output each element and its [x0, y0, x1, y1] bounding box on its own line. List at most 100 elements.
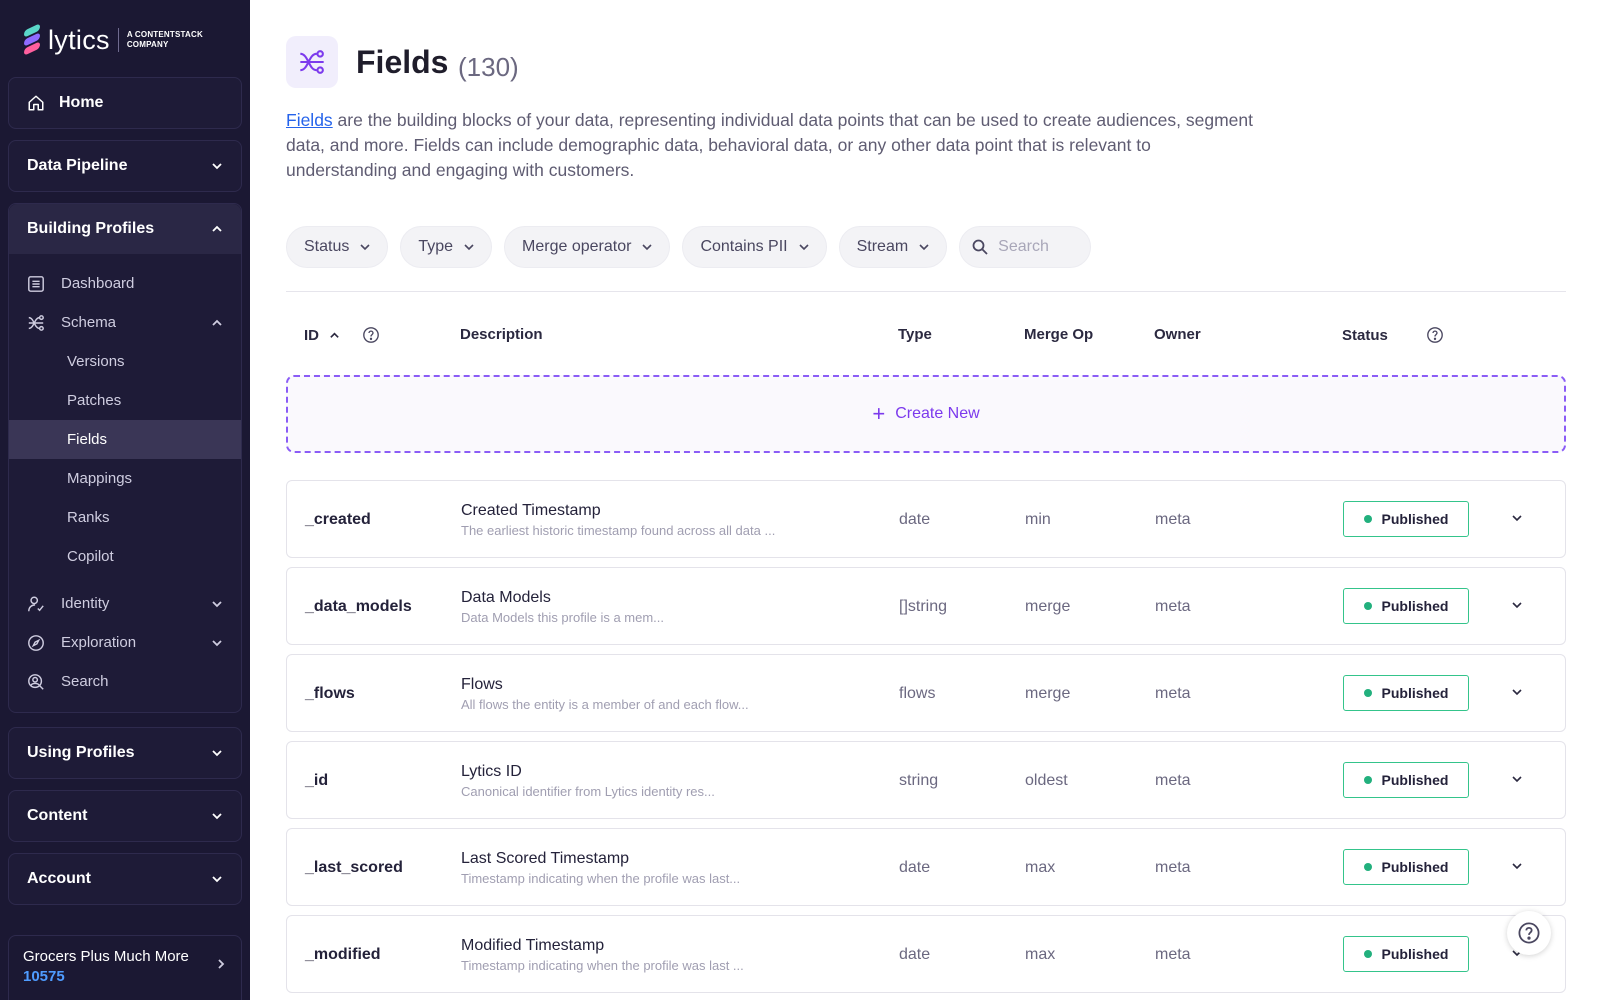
filter-type[interactable]: Type	[400, 226, 493, 268]
sidebar-item-patches[interactable]: Patches	[9, 381, 241, 420]
field-owner: meta	[1155, 598, 1191, 615]
table-row[interactable]: _data_models Data Models Data Models thi…	[286, 567, 1566, 645]
help-button[interactable]	[1507, 911, 1551, 955]
filter-status[interactable]: Status	[286, 226, 389, 268]
sidebar-item-identity[interactable]: Identity	[9, 584, 241, 623]
chevron-up-icon	[212, 225, 222, 232]
field-type: date	[899, 511, 931, 528]
field-id: _last_scored	[305, 859, 403, 876]
chevron-down-icon	[464, 244, 474, 251]
field-owner: meta	[1155, 946, 1191, 963]
brand-logo[interactable]: lytics A CONTENTSTACK COMPANY	[22, 23, 203, 56]
field-title: Created Timestamp	[461, 502, 601, 519]
chevron-down-icon	[212, 750, 222, 757]
expand-chevron-icon[interactable]	[1511, 773, 1523, 785]
nav-using-profiles[interactable]: Using Profiles	[8, 727, 242, 779]
chevron-down-icon	[212, 639, 222, 646]
chevron-down-icon	[799, 244, 809, 251]
chevron-right-icon	[218, 959, 225, 969]
field-merge-op: max	[1025, 859, 1056, 876]
table-row[interactable]: _flows Flows All flows the entity is a m…	[286, 654, 1566, 732]
filter-stream[interactable]: Stream	[838, 226, 948, 268]
brand-divider	[117, 28, 119, 52]
home-icon	[28, 95, 44, 111]
main-content: Fields (130) Fields are the building blo…	[250, 0, 1600, 1000]
chevron-down-icon	[919, 244, 929, 251]
field-owner: meta	[1155, 685, 1191, 702]
account-switcher[interactable]: Grocers Plus Much More 10575	[8, 935, 242, 1000]
field-type: flows	[899, 685, 936, 702]
sidebar-item-mappings[interactable]: Mappings	[9, 459, 241, 498]
header-type: Type	[898, 326, 932, 343]
sidebar-item-dashboard[interactable]: Dashboard	[9, 264, 241, 303]
status-dot-icon	[1363, 863, 1372, 871]
sidebar-item-versions[interactable]: Versions	[9, 342, 241, 381]
field-description: The earliest historic timestamp found ac…	[461, 523, 776, 538]
status-dot-icon	[1363, 950, 1372, 958]
nav-data-pipeline[interactable]: Data Pipeline	[8, 140, 242, 192]
nav-building-profiles-label: Building Profiles	[27, 220, 155, 237]
field-id: _modified	[305, 946, 381, 963]
table-row[interactable]: _last_scored Last Scored Timestamp Times…	[286, 828, 1566, 906]
help-icon[interactable]	[1426, 326, 1444, 344]
identity-icon	[28, 596, 44, 611]
sidebar-item-copilot[interactable]: Copilot	[9, 537, 241, 576]
nav-account[interactable]: Account	[8, 853, 242, 905]
sidebar-item-exploration[interactable]: Exploration	[9, 623, 241, 662]
search-icon	[972, 239, 988, 255]
table-header: ID Description Type Merge Op Owner Statu…	[286, 318, 1566, 350]
field-merge-op: oldest	[1025, 772, 1068, 789]
status-badge: Published	[1343, 675, 1469, 711]
header-id[interactable]: ID	[304, 326, 380, 344]
expand-chevron-icon[interactable]	[1511, 860, 1523, 872]
create-new-button[interactable]: + Create New	[286, 375, 1566, 453]
field-title: Last Scored Timestamp	[461, 850, 630, 867]
page-count: (130)	[458, 52, 519, 82]
field-owner: meta	[1155, 772, 1191, 789]
sidebar-item-ranks[interactable]: Ranks	[9, 498, 241, 537]
filter-merge-operator[interactable]: Merge operator	[504, 226, 671, 268]
nav-content[interactable]: Content	[8, 790, 242, 842]
status-dot-icon	[1363, 776, 1372, 784]
field-id: _id	[305, 772, 329, 789]
field-merge-op: max	[1025, 946, 1056, 963]
status-dot-icon	[1363, 515, 1372, 523]
plus-icon: +	[872, 401, 886, 426]
sort-ascending-icon	[330, 331, 339, 338]
status-dot-icon	[1363, 602, 1372, 610]
lytics-logo-icon	[22, 23, 42, 56]
search-input[interactable]	[998, 238, 1079, 256]
table-row[interactable]: _modified Modified Timestamp Timestamp i…	[286, 915, 1566, 993]
sidebar-item-fields[interactable]: Fields	[9, 420, 241, 459]
fields-doc-link[interactable]: Fields	[286, 110, 333, 130]
field-owner: meta	[1155, 859, 1191, 876]
chevron-down-icon	[212, 600, 222, 607]
expand-chevron-icon[interactable]	[1511, 686, 1523, 698]
expand-chevron-icon[interactable]	[1511, 599, 1523, 611]
field-description: All flows the entity is a member of and …	[461, 697, 749, 712]
table-row[interactable]: _created Created Timestamp The earliest …	[286, 480, 1566, 558]
field-description: Canonical identifier from Lytics identit…	[461, 784, 715, 799]
help-icon[interactable]	[362, 326, 380, 344]
sidebar-item-schema[interactable]: Schema	[9, 303, 241, 342]
status-badge: Published	[1343, 501, 1469, 537]
expand-chevron-icon[interactable]	[1511, 512, 1523, 524]
status-badge: Published	[1343, 936, 1469, 972]
schema-icon	[28, 314, 44, 331]
filter-bar: Status Type Merge operator Contains PII …	[286, 226, 1092, 268]
nav-home[interactable]: Home	[8, 77, 242, 129]
field-title: Lytics ID	[461, 763, 522, 780]
nav-building-profiles-header[interactable]: Building Profiles	[9, 204, 241, 254]
brand-name: lytics	[48, 24, 110, 55]
field-title: Flows	[461, 676, 503, 693]
sidebar-item-search[interactable]: Search	[9, 662, 241, 701]
field-type: date	[899, 946, 931, 963]
chevron-down-icon	[212, 163, 222, 170]
status-badge: Published	[1343, 762, 1469, 798]
field-owner: meta	[1155, 511, 1191, 528]
help-icon	[1518, 922, 1540, 944]
table-row[interactable]: _id Lytics ID Canonical identifier from …	[286, 741, 1566, 819]
field-title: Data Models	[461, 589, 551, 606]
filter-contains-pii[interactable]: Contains PII	[682, 226, 827, 268]
schema-icon	[286, 36, 338, 88]
